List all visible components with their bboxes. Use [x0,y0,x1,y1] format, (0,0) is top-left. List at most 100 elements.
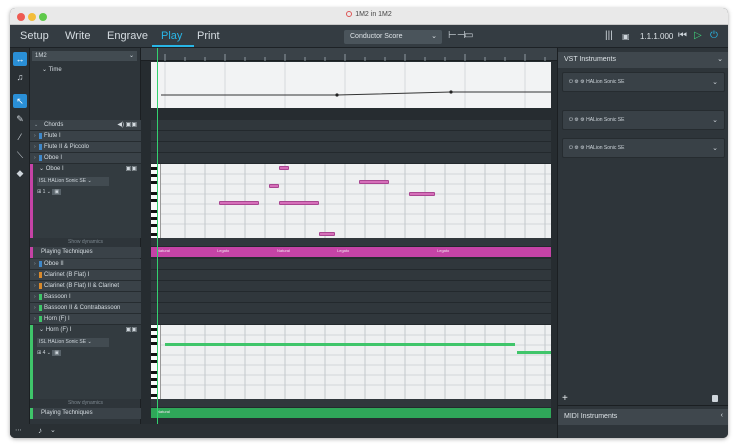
galley-view-icon[interactable]: ⊢⊣ [448,30,465,41]
technique-tag[interactable]: Natural [157,409,170,414]
track-row[interactable]: › Oboe I [30,153,141,164]
note[interactable] [269,184,279,188]
technique-tag[interactable]: Legato [337,248,349,253]
oboe-playing-techniques-lane[interactable]: Natural Legato Natural Legato Legato [151,247,551,257]
midi-header-label: MIDI Instruments [564,413,618,420]
technique-tag[interactable]: Natural [277,248,290,253]
track-lane[interactable] [151,281,551,292]
timeline-ruler[interactable] [141,48,557,61]
horn-channel[interactable]: ⊞ 4 ⌄ ▣ [37,350,62,356]
tempo-track-lane[interactable] [151,62,551,108]
track-row[interactable]: › Clarinet (B Flat) I [30,270,141,281]
edit-icon[interactable]: ⚙ [580,117,584,123]
line-tool-icon[interactable]: ⁄ [13,130,27,144]
edit-icon[interactable]: ⚙ [580,79,584,85]
edit-icon[interactable]: ⚙ [580,145,584,151]
track-row[interactable]: › Clarinet (B Flat) II & Clarinet [30,281,141,292]
speaker-icon[interactable]: ◀) ▣▣ [117,120,137,130]
playhead-cursor[interactable] [157,48,158,424]
vst-instrument-slot[interactable]: ⏻ ⚙ ⚙ HALion Sonic SE ⌄ [562,110,725,130]
erase-tool-icon[interactable]: ◆ [13,166,27,180]
tab-print[interactable]: Print [197,30,220,42]
note[interactable] [319,232,335,236]
settings-icon[interactable]: ⚙ [574,117,578,123]
track-lane[interactable] [151,259,551,270]
tab-play[interactable]: Play [161,30,182,42]
playhead-tool-icon[interactable]: ↔ [13,52,27,66]
midi-instruments-header[interactable]: MIDI Instruments ‹ [558,409,728,425]
add-instrument-button[interactable]: + [562,393,568,404]
vst-instruments-header[interactable]: VST Instruments ⌄ [558,52,728,68]
show-dynamics-label[interactable]: Show dynamics [30,400,141,406]
track-row[interactable]: › Flute I [30,131,141,142]
note[interactable] [279,201,319,205]
oboe-channel[interactable]: ⊞ 1 ⌄ ▣ [37,189,62,195]
power-icon[interactable]: ⏻ [569,117,573,123]
track-lane[interactable] [151,142,551,153]
track-lane[interactable] [151,270,551,281]
tab-setup[interactable]: Setup [20,30,49,42]
technique-tag[interactable]: Legato [437,248,449,253]
track-lane[interactable] [151,153,551,164]
track-lane[interactable] [151,292,551,303]
oboe-sound-select[interactable]: ISL HALion Sonic SE ⌄ [37,177,109,186]
mixer-icon[interactable]: ||| [605,30,613,41]
vst-instrument-slot[interactable]: ⏻ ⚙ ⚙ HALion Sonic SE ⌄ [562,138,725,158]
draw-tool-icon[interactable]: ✎ [13,112,27,126]
track-row[interactable]: › Horn (F) I [30,314,141,325]
chords-lane[interactable] [151,120,551,131]
track-row[interactable]: › Bassoon I [30,292,141,303]
note[interactable] [279,166,289,170]
edit-button[interactable]: ▣ [52,189,62,195]
rewind-icon[interactable]: ⏮ [678,30,687,41]
track-lane[interactable] [151,303,551,314]
settings-icon[interactable]: ⚙ [574,145,578,151]
oboe-piano-roll[interactable] [151,164,551,238]
power-icon[interactable]: ⏻ [569,79,573,85]
tab-engrave[interactable]: Engrave [107,30,148,42]
chevron-down-icon[interactable]: ⌄ [50,426,56,434]
select-tool-icon[interactable]: ↖ [13,94,27,108]
note[interactable] [359,180,389,184]
note-duration-icon[interactable]: ♪ [38,426,42,435]
line-tool-2-icon[interactable]: ⟍ [13,148,27,162]
horn-roll-grid [151,325,551,399]
note[interactable] [409,192,435,196]
page-view-icon[interactable]: ▭ [464,30,473,41]
note[interactable] [219,201,259,205]
settings-icon[interactable]: ⚙ [574,79,578,85]
flow-selector[interactable]: 1M2 ⌄ [32,51,137,61]
note[interactable] [517,351,551,354]
technique-tag[interactable]: Natural [157,248,170,253]
track-lane[interactable] [151,314,551,325]
oboe-header[interactable]: ⌄ Oboe I [39,165,64,172]
chevron-down-icon: ⌄ [717,56,723,63]
tab-write[interactable]: Write [65,30,90,42]
show-dynamics-label[interactable]: Show dynamics [30,239,141,245]
note[interactable] [165,343,515,346]
dynamics-lane[interactable] [151,238,551,247]
power-icon[interactable]: ⏻ [569,145,573,151]
more-icon[interactable]: ⋯ [15,426,22,434]
mute-solo-buttons[interactable]: ▣▣ [126,326,137,333]
vst-instrument-slot[interactable]: ⏻ ⚙ ⚙ HALion Sonic SE ⌄ [562,72,725,92]
piano-roll-editor[interactable]: Natural Legato Natural Legato Legato Nat… [141,48,557,424]
note-tool-icon[interactable]: ♫ [13,70,27,84]
horn-header[interactable]: ⌄ Horn (F) I [39,326,71,333]
edit-button[interactable]: ▣ [52,350,62,356]
horn-playing-techniques-lane[interactable]: Natural [151,408,551,418]
horn-piano-roll[interactable] [151,325,551,399]
technique-tag[interactable]: Legato [217,248,229,253]
track-lane[interactable] [151,131,551,142]
track-row[interactable]: › Oboe II [30,259,141,270]
trash-icon[interactable] [712,395,718,402]
mute-solo-buttons[interactable]: ▣▣ [126,165,137,172]
play-icon[interactable]: ▷ [694,30,702,41]
power-icon[interactable]: ⏻ [710,30,718,41]
track-row[interactable]: › Flute II & Piccolo [30,142,141,153]
horn-sound-select[interactable]: ISL HALion Sonic SE ⌄ [37,338,109,347]
chords-track[interactable]: ⌄ Chords ◀) ▣▣ [30,120,141,131]
layout-select[interactable]: Conductor Score ⌄ [344,30,442,44]
track-row[interactable]: › Bassoon II & Contrabassoon [30,303,141,314]
dynamics-lane[interactable] [151,399,551,408]
